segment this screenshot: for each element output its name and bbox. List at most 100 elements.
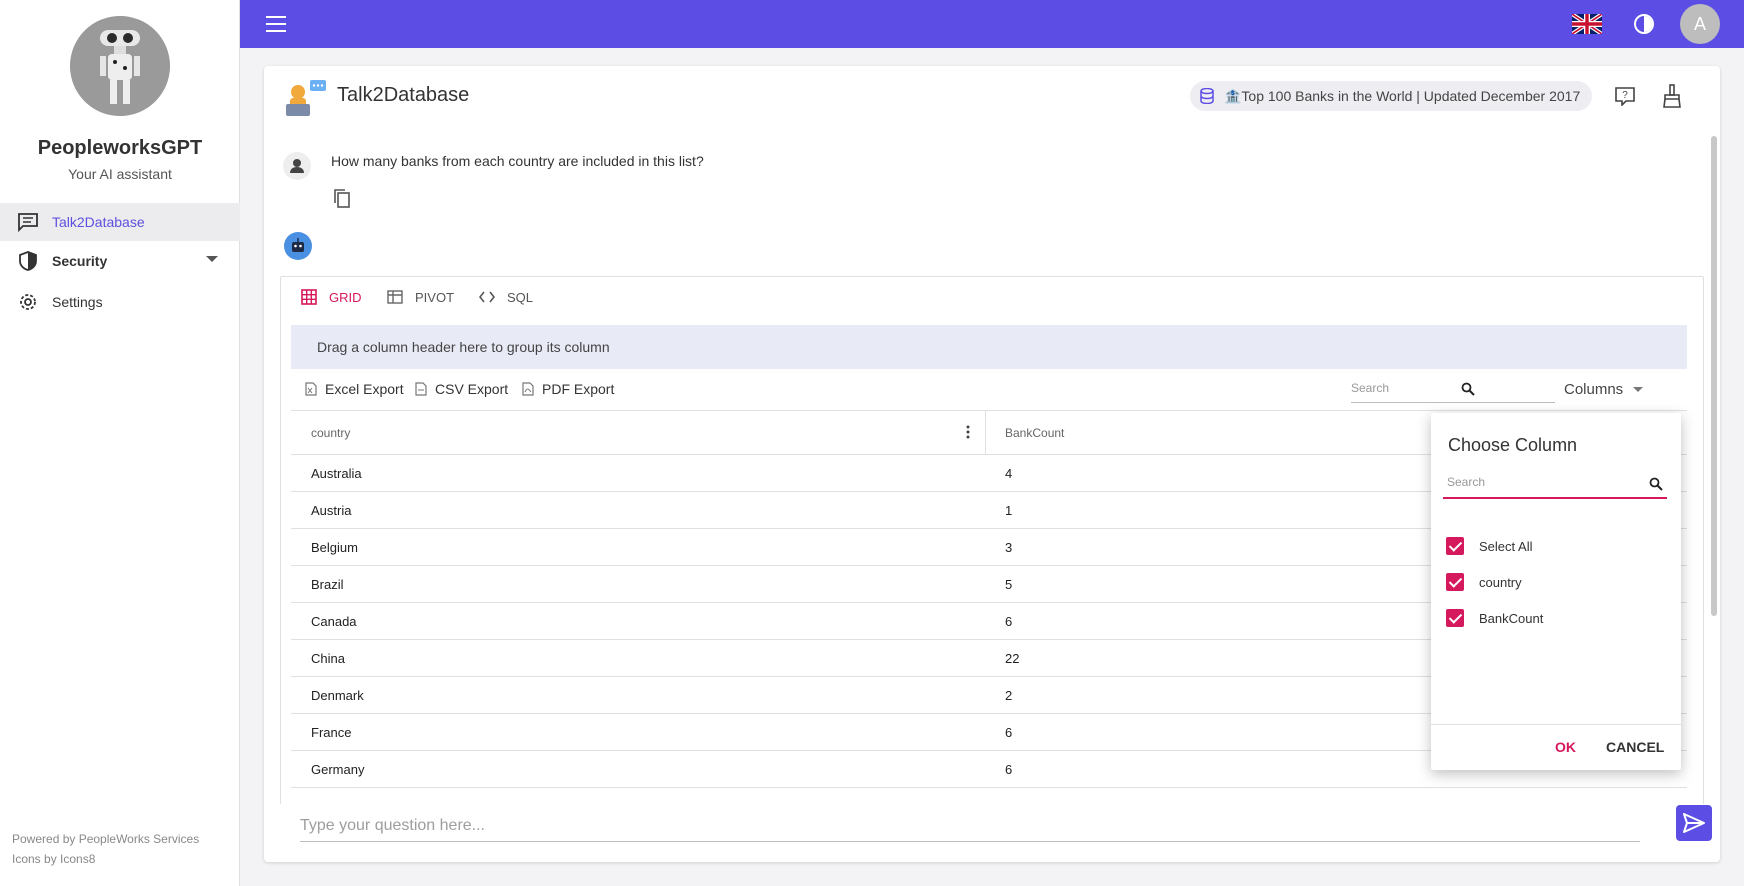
question-input-area [280,804,1712,848]
sidebar: PeopleworksGPT Your AI assistant Talk2Da… [0,0,240,886]
footer-icons-credit[interactable]: Icons by Icons8 [12,852,95,866]
excel-export-button[interactable]: Excel Export [305,381,404,397]
robot-avatar [70,16,170,116]
bot-avatar [284,232,312,260]
checkbox-checked-icon [1446,609,1464,627]
csv-export-label: CSV Export [435,381,509,397]
grid-toolbar: Excel Export CSV Export PDF Export Searc… [291,369,1687,411]
checkbox-label: country [1479,574,1522,590]
cell-bankcount: 1 [1005,503,1013,518]
pivot-icon [387,289,403,305]
dataset-chip[interactable]: 🏦Top 100 Banks in the World | Updated De… [1190,81,1593,111]
excel-export-label: Excel Export [325,381,404,397]
sidebar-item-talk2database[interactable]: Talk2Database [0,203,240,241]
country-column-checkbox[interactable]: country [1446,572,1522,592]
column-chooser-search-input[interactable]: Search [1443,469,1667,499]
user-avatar[interactable]: A [1680,4,1720,44]
chat-icon [17,212,39,233]
cell-bankcount: 5 [1005,577,1013,592]
search-icon[interactable] [1461,382,1475,396]
pdf-export-button[interactable]: PDF Export [522,381,614,397]
grid-search-input[interactable]: Search [1351,375,1555,403]
shield-icon [17,251,39,271]
checkbox-checked-icon [1446,573,1464,591]
columns-label: Columns [1564,381,1624,398]
sidebar-item-security[interactable]: Security [0,242,240,280]
cell-bankcount: 4 [1005,466,1013,481]
cell-bankcount: 6 [1005,614,1013,629]
user-message-avatar [283,152,311,180]
cell-bankcount: 6 [1005,762,1013,777]
brand-name: PeopleworksGPT [37,137,203,159]
broom-icon[interactable] [1662,84,1682,108]
send-button[interactable] [1676,805,1712,841]
cell-country: Germany [311,762,365,777]
checkbox-label: Select All [1479,538,1533,554]
column-header-bankcount[interactable]: BankCount [1005,426,1064,440]
contrast-icon[interactable] [1634,14,1654,34]
dialog-divider [1431,724,1681,725]
tab-grid[interactable]: GRID [301,277,362,317]
help-icon[interactable]: ? [1614,86,1636,107]
user-question: How many banks from each country are inc… [331,153,704,169]
column-chooser-title: Choose Column [1448,435,1578,455]
cell-country: Denmark [311,688,364,703]
copy-icon[interactable] [333,188,351,208]
cell-bankcount: 2 [1005,688,1013,703]
footer-powered-by: Powered by PeopleWorks Services [12,832,200,846]
grid-icon [301,289,317,305]
column-header-country[interactable]: country [311,426,350,440]
columns-dropdown[interactable]: Columns [1564,381,1644,398]
cell-country: Canada [311,614,357,629]
ok-button[interactable]: OK [1555,739,1576,755]
page-title: Talk2Database [337,84,470,106]
dataset-label: 🏦Top 100 Banks in the World | Updated De… [1224,87,1581,104]
bankcount-column-checkbox[interactable]: BankCount [1446,608,1543,628]
sidebar-item-label: Settings [52,294,103,310]
search-icon [1649,477,1663,491]
tab-label: SQL [507,289,534,305]
cell-country: China [311,651,345,666]
column-menu-icon[interactable] [966,425,970,439]
csv-file-icon [415,382,427,396]
tab-label: PIVOT [415,289,455,305]
database-icon [1200,87,1214,105]
question-input[interactable] [300,810,1640,842]
select-all-checkbox[interactable]: Select All [1446,536,1532,556]
csv-export-button[interactable]: CSV Export [415,381,508,397]
menu-icon[interactable] [266,16,286,32]
send-icon [1683,813,1705,833]
svg-text:?: ? [1622,90,1628,101]
brand-subtitle: Your AI assistant [68,166,172,182]
sidebar-item-settings[interactable]: Settings [0,283,240,321]
cell-country: Brazil [311,577,344,592]
checkbox-checked-icon [1446,537,1464,555]
talk-to-database-icon [284,78,328,118]
top-app-bar: A [240,0,1744,48]
code-icon [478,289,496,305]
cell-country: Belgium [311,540,358,555]
tab-sql[interactable]: SQL [478,277,534,317]
pdf-export-label: PDF Export [542,381,615,397]
cell-bankcount: 22 [1005,651,1020,666]
checkbox-label: BankCount [1479,610,1544,626]
tab-label: GRID [329,289,362,305]
cell-country: Austria [311,503,352,518]
column-chooser-dialog: Choose Column Search Select All country … [1431,413,1681,770]
sidebar-item-label: Security [52,253,108,269]
cancel-button[interactable]: CANCEL [1606,739,1664,755]
cell-bankcount: 3 [1005,540,1013,555]
uk-flag-icon[interactable] [1570,12,1604,36]
excel-file-icon [305,382,317,396]
cell-country: France [311,725,352,740]
gear-icon [17,292,39,312]
column-divider[interactable] [985,411,986,455]
chevron-down-icon [1633,387,1644,392]
chevron-down-icon[interactable] [206,256,218,262]
sidebar-item-label: Talk2Database [52,214,145,230]
tab-pivot[interactable]: PIVOT [387,277,454,317]
cell-bankcount: 6 [1005,725,1013,740]
chat-scrollbar[interactable] [1711,126,1717,786]
group-by-panel[interactable]: Drag a column header here to group its c… [291,325,1687,369]
result-tabs: GRID PIVOT SQL [281,277,1703,317]
